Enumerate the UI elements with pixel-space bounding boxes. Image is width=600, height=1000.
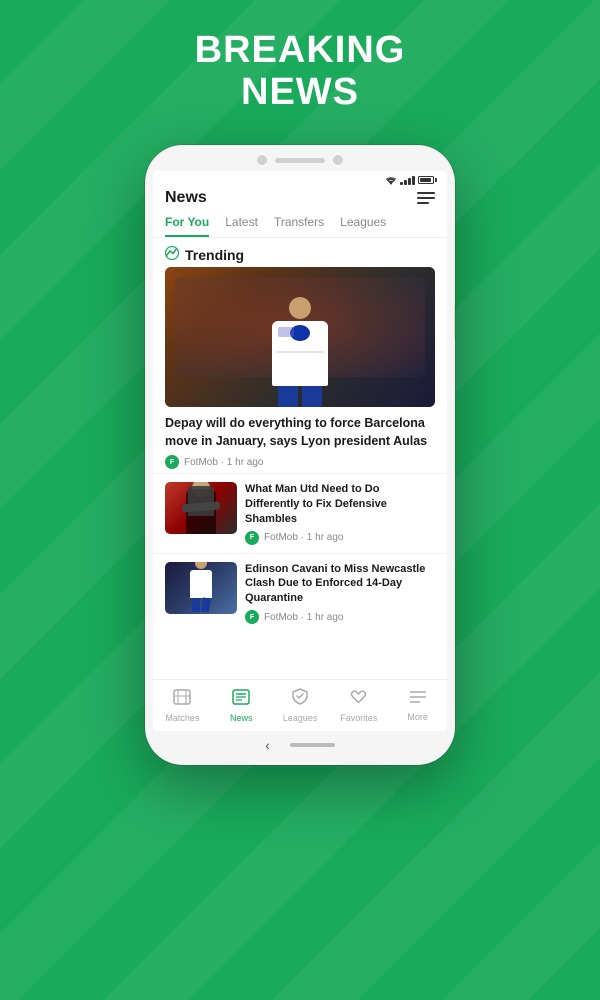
content-area: Trending [153, 238, 447, 698]
signal-bar-1 [400, 182, 403, 185]
small-article-1-meta: F FotMob · 1 hr ago [245, 531, 435, 545]
source-icon-1: F [245, 531, 259, 545]
status-bar [153, 171, 447, 187]
phone-bottom-bar: ‹ [145, 731, 455, 761]
small-article-2-image [165, 562, 237, 614]
menu-line-3 [417, 202, 429, 204]
small-article-2-title: Edinson Cavani to Miss Newcastle Clash D… [245, 562, 435, 607]
nav-favorites[interactable]: Favorites [329, 689, 388, 723]
front-camera-2 [333, 155, 343, 165]
signal-bar-3 [408, 178, 411, 185]
news-label: News [230, 713, 253, 723]
small-article-2-meta: F FotMob · 1 hr ago [245, 610, 435, 624]
nav-tabs: For You Latest Transfers Leagues [153, 215, 447, 238]
breaking-news-header: BREAKING NEWS [0, 0, 600, 134]
leagues-label: Leagues [283, 713, 318, 723]
small-article-1-image [165, 482, 237, 534]
source-icon-main: F [165, 455, 179, 469]
tab-for-you[interactable]: For You [165, 215, 209, 237]
nav-matches[interactable]: Matches [153, 689, 212, 723]
main-article-source: FotMob · 1 hr ago [184, 457, 264, 468]
signal-bars [400, 175, 415, 185]
front-camera [257, 155, 267, 165]
small-article-2[interactable]: Edinson Cavani to Miss Newcastle Clash D… [153, 553, 447, 633]
tab-latest[interactable]: Latest [225, 215, 258, 237]
small-article-2-source: FotMob · 1 hr ago [264, 612, 344, 623]
signal-bar-2 [404, 180, 407, 185]
status-icons [385, 175, 437, 185]
source-icon-2: F [245, 610, 259, 624]
news-text: NEWS [241, 71, 359, 113]
app-header: News [153, 187, 447, 215]
matches-label: Matches [165, 713, 199, 723]
small-article-1-title: What Man Utd Need to Do Differently to F… [245, 482, 435, 527]
matches-icon [173, 689, 191, 710]
breaking-text: BREAKING [195, 29, 406, 71]
small-article-1[interactable]: What Man Utd Need to Do Differently to F… [153, 473, 447, 553]
nav-news[interactable]: News [212, 689, 271, 723]
side-button [454, 305, 455, 340]
phone-screen: News For You Latest Transfers Leagues [153, 171, 447, 731]
speaker [275, 158, 325, 163]
trending-icon [165, 246, 179, 263]
main-article-meta: F FotMob · 1 hr ago [165, 455, 435, 469]
more-icon [409, 690, 427, 709]
tab-leagues[interactable]: Leagues [340, 215, 386, 237]
menu-icon[interactable] [417, 192, 435, 204]
trending-section-header: Trending [153, 238, 447, 267]
signal-bar-4 [412, 176, 415, 185]
battery-indicator [418, 176, 437, 184]
bottom-nav: Matches News [153, 679, 447, 731]
small-article-1-content: What Man Utd Need to Do Differently to F… [245, 482, 435, 545]
home-indicator[interactable] [290, 743, 335, 747]
nav-more[interactable]: More [388, 690, 447, 722]
trending-label: Trending [185, 247, 244, 263]
main-article-image[interactable] [165, 267, 435, 407]
main-article-text[interactable]: Depay will do everything to force Barcel… [153, 407, 447, 473]
news-icon [232, 689, 250, 710]
back-button[interactable]: ‹ [265, 737, 270, 753]
phone-top-bar [145, 145, 455, 171]
small-article-1-source: FotMob · 1 hr ago [264, 532, 344, 543]
more-label: More [407, 712, 428, 722]
main-article-title: Depay will do everything to force Barcel… [165, 415, 435, 450]
phone-mockup: News For You Latest Transfers Leagues [145, 145, 455, 765]
leagues-icon [292, 688, 308, 710]
menu-line-2 [417, 197, 435, 199]
favorites-icon [350, 689, 367, 710]
app-title: News [165, 189, 207, 207]
tab-transfers[interactable]: Transfers [274, 215, 324, 237]
menu-line-1 [417, 192, 435, 194]
nav-leagues[interactable]: Leagues [271, 688, 330, 723]
favorites-label: Favorites [340, 713, 377, 723]
small-article-2-content: Edinson Cavani to Miss Newcastle Clash D… [245, 562, 435, 625]
wifi-icon [385, 175, 397, 185]
